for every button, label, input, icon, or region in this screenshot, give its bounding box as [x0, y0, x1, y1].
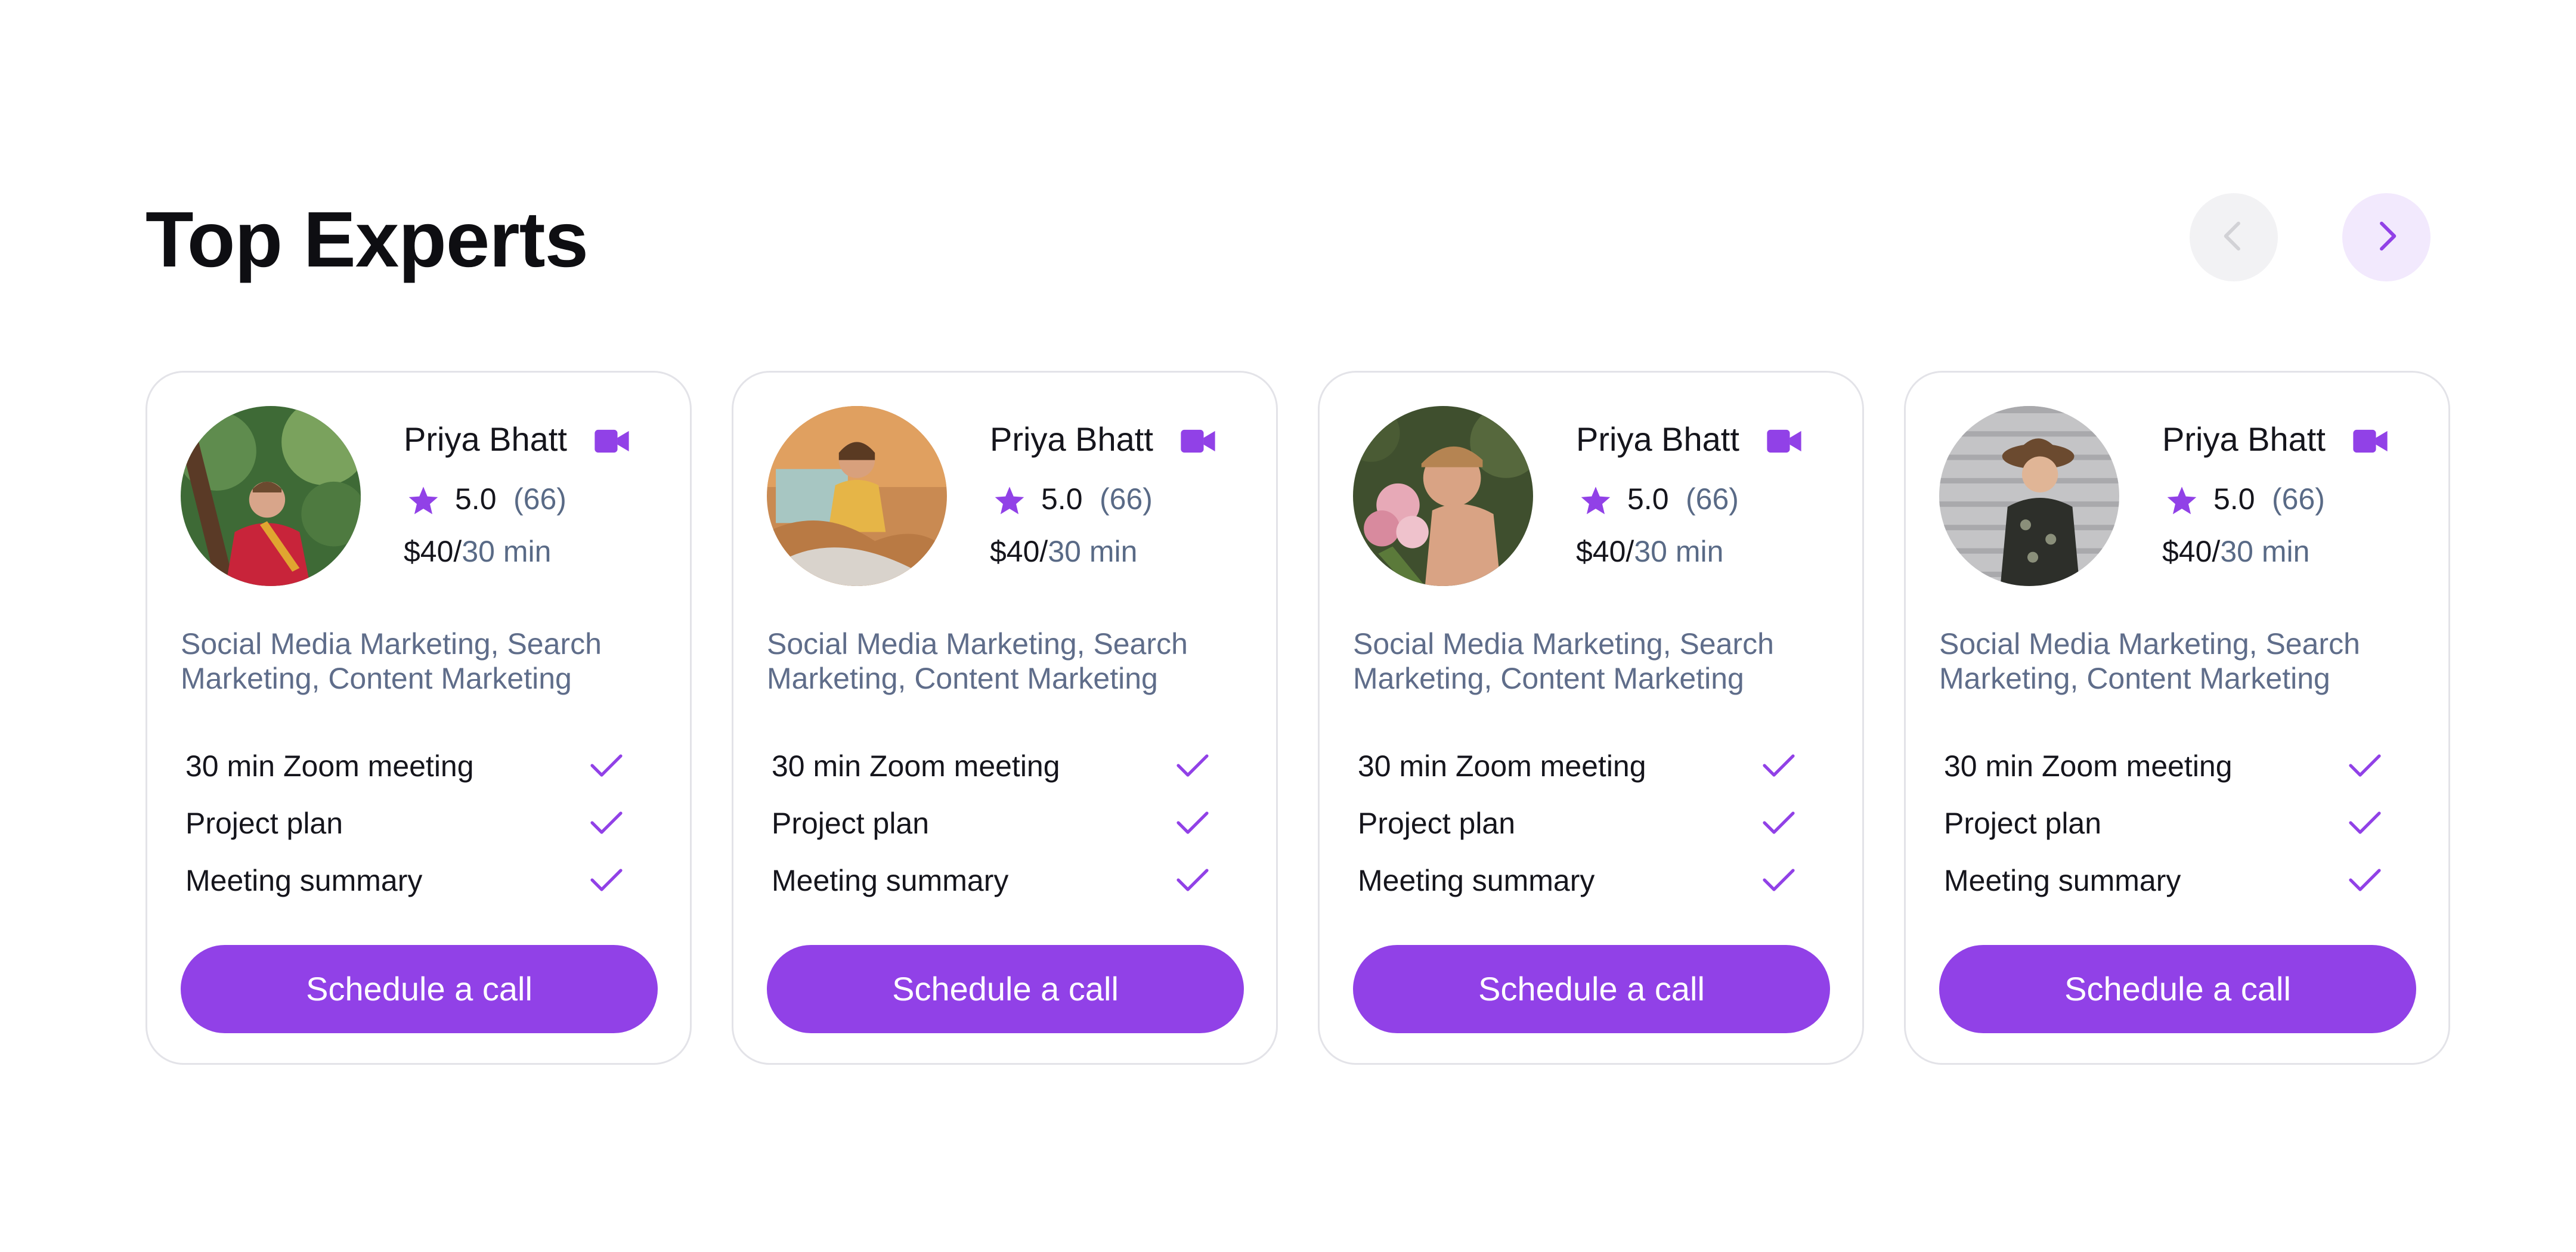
star-icon: [993, 485, 1026, 517]
price: $40/30 min: [990, 534, 1137, 569]
schedule-call-button[interactable]: Schedule a call: [767, 945, 1244, 1033]
feature-label: Meeting summary: [772, 864, 1009, 897]
avatar: [1939, 406, 2119, 586]
avatar: [767, 406, 947, 586]
price: $40/30 min: [1576, 534, 1723, 569]
expert-card: Priya Bhatt 5.0 (66) $40/30 min Social M…: [1904, 371, 2450, 1065]
skills-text: Social Media Marketing, Search Marketing…: [1939, 627, 2360, 695]
skills-text: Social Media Marketing, Search Marketing…: [1353, 627, 1774, 695]
feature-item: 30 min Zoom meeting: [1358, 741, 1799, 798]
check-icon: [1762, 865, 1795, 895]
expert-card: Priya Bhatt 5.0 (66) $40/30 min Social M…: [1318, 371, 1864, 1065]
price-unit: 30 min: [2220, 535, 2310, 568]
feature-item: Meeting summary: [772, 856, 1213, 913]
feature-label: Meeting summary: [1944, 864, 2181, 897]
check-icon: [1762, 808, 1795, 838]
skills-text: Social Media Marketing, Search Marketing…: [767, 627, 1188, 695]
feature-item: 30 min Zoom meeting: [772, 741, 1213, 798]
rating-value: 5.0: [2213, 482, 2255, 516]
check-icon: [2348, 865, 2382, 895]
video-camera-icon: [1767, 429, 1801, 454]
feature-label: Project plan: [185, 807, 343, 840]
skills-text: Social Media Marketing, Search Marketing…: [181, 627, 602, 695]
feature-list: 30 min Zoom meeting Project plan Meeting…: [185, 741, 627, 913]
check-icon: [2348, 808, 2382, 838]
video-camera-icon: [2353, 429, 2388, 454]
star-icon: [407, 485, 439, 517]
check-icon: [590, 751, 623, 780]
rating-value: 5.0: [1627, 482, 1669, 516]
review-count: (66): [2272, 482, 2325, 516]
feature-item: Meeting summary: [185, 856, 627, 913]
feature-item: Project plan: [1358, 798, 1799, 856]
check-icon: [1762, 751, 1795, 780]
star-icon: [1580, 485, 1612, 517]
feature-item: Project plan: [772, 798, 1213, 856]
feature-item: 30 min Zoom meeting: [1944, 741, 2385, 798]
expert-name: Priya Bhatt: [990, 420, 1153, 458]
price: $40/30 min: [404, 534, 551, 569]
rating-value: 5.0: [1041, 482, 1083, 516]
review-count: (66): [513, 482, 566, 516]
star-icon: [2166, 485, 2198, 517]
video-camera-icon: [595, 429, 629, 454]
price-unit: 30 min: [1634, 535, 1724, 568]
expert-card: Priya Bhatt 5.0 (66) $40/30 min Social M…: [732, 371, 1278, 1065]
feature-label: 30 min Zoom meeting: [185, 749, 474, 783]
check-icon: [1176, 808, 1209, 838]
feature-label: Project plan: [1944, 807, 2102, 840]
price-amount: $40/: [1576, 535, 1634, 568]
check-icon: [1176, 751, 1209, 780]
check-icon: [2348, 751, 2382, 780]
avatar: [1353, 406, 1533, 586]
feature-list: 30 min Zoom meeting Project plan Meeting…: [772, 741, 1213, 913]
feature-label: 30 min Zoom meeting: [1944, 749, 2233, 783]
avatar: [181, 406, 361, 586]
feature-list: 30 min Zoom meeting Project plan Meeting…: [1944, 741, 2385, 913]
price-amount: $40/: [2162, 535, 2221, 568]
expert-name: Priya Bhatt: [2162, 420, 2326, 458]
feature-label: 30 min Zoom meeting: [1358, 749, 1646, 783]
price: $40/30 min: [2162, 534, 2309, 569]
feature-item: Meeting summary: [1944, 856, 2385, 913]
feature-label: 30 min Zoom meeting: [772, 749, 1060, 783]
schedule-call-button[interactable]: Schedule a call: [181, 945, 658, 1033]
chevron-left-icon: [2215, 217, 2253, 258]
rating-value: 5.0: [455, 482, 497, 516]
video-camera-icon: [1181, 429, 1215, 454]
feature-list: 30 min Zoom meeting Project plan Meeting…: [1358, 741, 1799, 913]
chevron-right-icon: [2367, 217, 2405, 258]
price-amount: $40/: [404, 535, 462, 568]
feature-label: Project plan: [772, 807, 930, 840]
schedule-call-button[interactable]: Schedule a call: [1939, 945, 2416, 1033]
review-count: (66): [1686, 482, 1739, 516]
page-title: Top Experts: [145, 196, 589, 283]
carousel-prev-button[interactable]: [2190, 193, 2278, 281]
check-icon: [590, 865, 623, 895]
feature-label: Project plan: [1358, 807, 1516, 840]
feature-item: Project plan: [185, 798, 627, 856]
feature-item: Project plan: [1944, 798, 2385, 856]
carousel-next-button[interactable]: [2342, 193, 2431, 281]
expert-name: Priya Bhatt: [404, 420, 567, 458]
feature-item: Meeting summary: [1358, 856, 1799, 913]
check-icon: [590, 808, 623, 838]
expert-name: Priya Bhatt: [1576, 420, 1739, 458]
review-count: (66): [1100, 482, 1153, 516]
feature-label: Meeting summary: [185, 864, 423, 897]
feature-label: Meeting summary: [1358, 864, 1595, 897]
expert-card: Priya Bhatt 5.0 (66) $40/30 min Social M…: [145, 371, 692, 1065]
check-icon: [1176, 865, 1209, 895]
feature-item: 30 min Zoom meeting: [185, 741, 627, 798]
price-unit: 30 min: [462, 535, 552, 568]
price-amount: $40/: [990, 535, 1048, 568]
schedule-call-button[interactable]: Schedule a call: [1353, 945, 1830, 1033]
price-unit: 30 min: [1048, 535, 1138, 568]
